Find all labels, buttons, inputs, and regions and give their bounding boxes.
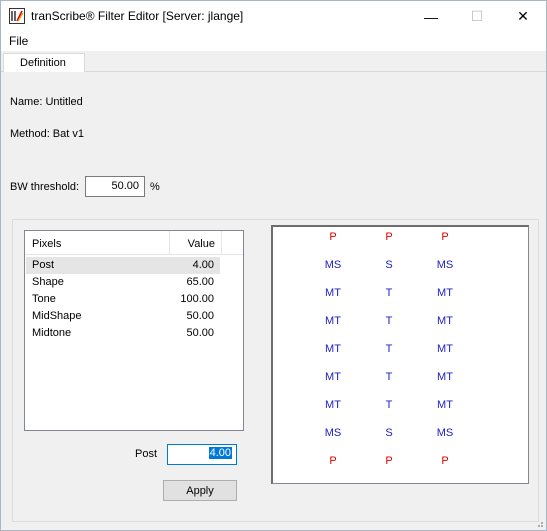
grid-cell: T — [385, 399, 393, 411]
list-item-value: 50.00 — [186, 327, 214, 339]
grid-cell: P — [441, 231, 449, 243]
grid-cell: MT — [325, 371, 341, 383]
list-item-name: Tone — [32, 293, 56, 305]
apply-button[interactable]: Apply — [163, 480, 237, 501]
grid-cell: MS — [324, 427, 342, 439]
column-divider[interactable] — [169, 231, 170, 255]
grid-cell: T — [385, 343, 393, 355]
grid-cell: MT — [325, 287, 341, 299]
pixels-list[interactable]: Pixels Value Post 4.00 Shape 65.00 Tone … — [24, 230, 244, 431]
menu-file[interactable]: File — [9, 34, 28, 48]
grid-cell: MT — [437, 315, 453, 327]
close-button[interactable]: ✕ — [500, 1, 546, 32]
window-title: tranScribe® Filter Editor [Server: jlang… — [31, 9, 244, 23]
list-item-value: 100.00 — [180, 293, 214, 305]
column-header-value[interactable]: Value — [173, 238, 215, 250]
grid-cell: MT — [437, 287, 453, 299]
filter-name-label: Name: Untitled — [10, 96, 83, 108]
bw-threshold-label: BW threshold: — [10, 181, 80, 193]
list-item-value: 65.00 — [186, 276, 214, 288]
menu-bar: File — [1, 32, 546, 51]
list-item[interactable]: Tone 100.00 — [26, 291, 220, 308]
grid-cell: MT — [437, 371, 453, 383]
list-item[interactable]: Post 4.00 — [26, 257, 220, 274]
bw-threshold-unit: % — [150, 181, 160, 193]
grid-cell: P — [329, 231, 337, 243]
grid-cell: MT — [325, 399, 341, 411]
grid-cell: T — [385, 371, 393, 383]
grid-cell: P — [385, 231, 393, 243]
list-item[interactable]: Shape 65.00 — [26, 274, 220, 291]
grid-cell: MT — [325, 315, 341, 327]
minimize-icon: — — [424, 8, 438, 25]
app-window: tranScribe® Filter Editor [Server: jlang… — [0, 0, 547, 531]
selected-pixel-value-input[interactable]: 4.00 — [167, 444, 237, 465]
grid-cell: MS — [436, 259, 454, 271]
selected-pixel-label: Post — [135, 448, 158, 460]
grid-cell: P — [441, 455, 449, 467]
resize-grip-icon[interactable] — [534, 518, 544, 528]
column-divider[interactable] — [221, 231, 222, 255]
grid-cell: S — [385, 259, 393, 271]
grid-cell: S — [385, 427, 393, 439]
maximize-button[interactable]: ☐ — [454, 1, 500, 32]
tab-definition[interactable]: Definition — [3, 53, 85, 73]
close-icon: ✕ — [517, 8, 529, 24]
grid-cell: P — [329, 455, 337, 467]
method-label: Method: Bat v1 — [10, 128, 84, 140]
grid-cell: T — [385, 287, 393, 299]
title-bar: tranScribe® Filter Editor [Server: jlang… — [1, 1, 546, 32]
grid-cell: MT — [325, 343, 341, 355]
list-item-name: Midtone — [32, 327, 72, 339]
list-item[interactable]: Midtone 50.00 — [26, 325, 220, 342]
grid-cell: MS — [324, 259, 342, 271]
list-item-name: Shape — [32, 276, 64, 288]
list-header: Pixels Value — [25, 231, 243, 255]
grid-cell: MT — [437, 343, 453, 355]
grid-cell: MS — [436, 427, 454, 439]
grid-cell: T — [385, 315, 393, 327]
list-item-value: 4.00 — [192, 259, 214, 271]
column-header-pixels[interactable]: Pixels — [32, 238, 61, 250]
grid-cell: MT — [437, 399, 453, 411]
bw-threshold-input[interactable]: 50.00 — [85, 176, 145, 197]
app-icon — [9, 8, 25, 24]
list-item-name: Post — [32, 259, 55, 271]
grid-cell: P — [385, 455, 393, 467]
maximize-icon: ☐ — [470, 8, 484, 24]
list-item-name: MidShape — [32, 310, 82, 322]
list-item-value: 50.00 — [186, 310, 214, 322]
selected-pixel-value-text: 4.00 — [208, 447, 232, 459]
list-item[interactable]: MidShape 50.00 — [26, 308, 220, 325]
filter-grid-preview: P P P MS S MS MT T MT MT T MT MT T MT MT T MT MT T MT MS S MS P P… — [271, 225, 529, 484]
minimize-button[interactable]: — — [408, 1, 454, 32]
